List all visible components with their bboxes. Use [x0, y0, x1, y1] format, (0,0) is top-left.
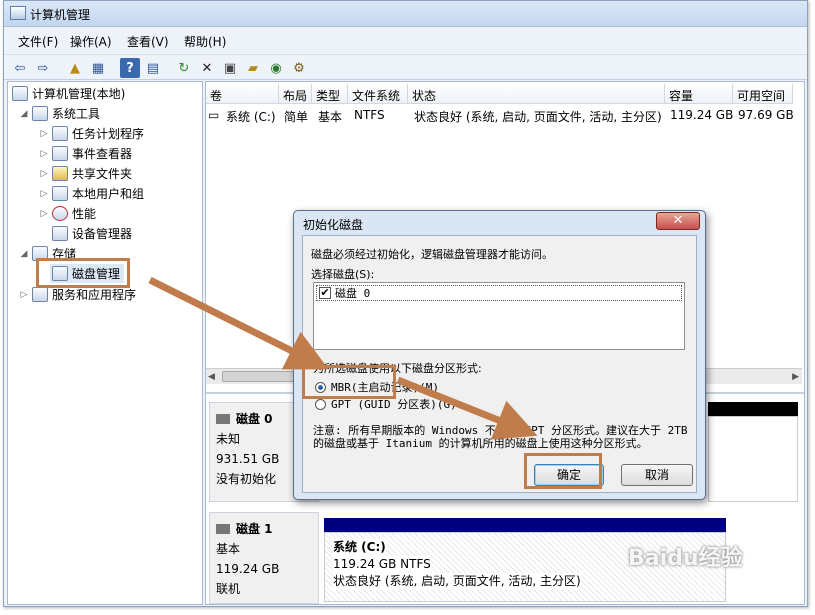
baidu-watermark: Baidu经验 — [628, 546, 743, 571]
annotation-arrows — [148, 276, 538, 440]
arrow-to-ok — [396, 376, 538, 440]
arrow-to-mbr — [148, 276, 329, 370]
